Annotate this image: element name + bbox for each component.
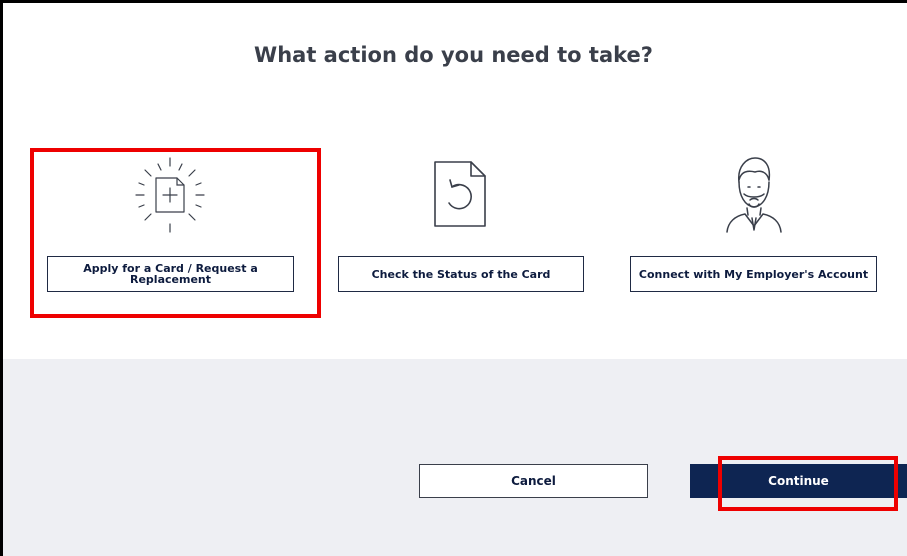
connect-employer-option-label: Connect with My Employer's Account bbox=[638, 267, 869, 281]
check-status-option-label: Check the Status of the Card bbox=[371, 267, 551, 281]
apply-card-option-button[interactable]: Apply for a Card / Request a Replacement bbox=[47, 256, 294, 292]
employer-person-icon bbox=[726, 157, 782, 233]
connect-employer-option-button[interactable]: Connect with My Employer's Account bbox=[630, 256, 877, 292]
footer-panel bbox=[3, 359, 907, 556]
document-refresh-icon bbox=[434, 161, 486, 227]
cancel-button[interactable]: Cancel bbox=[419, 464, 648, 498]
continue-button-label: Continue bbox=[768, 474, 829, 488]
check-status-option-button[interactable]: Check the Status of the Card bbox=[338, 256, 584, 292]
apply-card-option-label: Apply for a Card / Request a Replacement bbox=[83, 262, 258, 286]
continue-button[interactable]: Continue bbox=[690, 464, 907, 498]
cancel-button-label: Cancel bbox=[511, 474, 556, 488]
new-document-icon bbox=[135, 157, 205, 233]
page-title: What action do you need to take? bbox=[254, 43, 653, 67]
